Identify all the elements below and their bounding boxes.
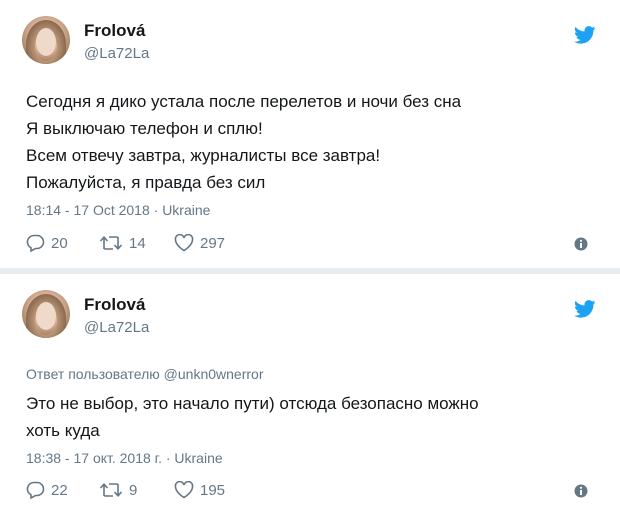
avatar[interactable] [22,290,70,338]
retweet-count: 14 [129,234,146,252]
info-icon[interactable] [574,484,588,498]
twitter-bird-icon[interactable] [574,300,596,318]
twitter-bird-icon[interactable] [574,26,596,44]
retweet-button[interactable]: 9 [99,481,137,499]
like-icon [174,234,194,252]
like-count: 297 [200,234,226,252]
like-button[interactable]: 297 [174,234,225,252]
author-name[interactable]: Frolová [84,295,145,315]
retweet-count: 9 [129,481,138,499]
author-handle[interactable]: @La72La [84,319,149,336]
like-icon [174,481,194,499]
avatar[interactable] [22,16,70,64]
reply-prefix: Ответ пользователю [26,366,160,382]
avatar-face [36,28,56,56]
reply-mention-link[interactable]: @unkn0wnerror [164,366,264,382]
reply-button[interactable]: 22 [26,481,68,499]
tweet-timestamp[interactable]: 18:38 - 17 окт. 2018 г. · Ukraine [26,450,223,466]
reply-count: 20 [51,234,68,252]
tweet-card[interactable]: Frolová @La72La Сегодня я дико устала по… [0,0,620,268]
tweet-actions: 20 14 297 [26,234,596,256]
like-count: 195 [200,481,226,499]
tweet-text: Это не выбор, это начало пути) отсюда бе… [26,394,479,440]
tweet-card[interactable]: Frolová @La72La Ответ пользователю @unkn… [0,274,620,528]
like-button[interactable]: 195 [174,481,225,499]
retweet-button[interactable]: 14 [99,234,146,252]
retweet-icon [99,483,123,497]
tweet-actions: 22 9 195 [26,481,596,503]
tweet-text: Сегодня я дико устала после перелетов и … [26,92,462,192]
author-name[interactable]: Frolová [84,21,145,41]
avatar-face [36,302,56,330]
info-icon[interactable] [574,237,588,251]
reply-button[interactable]: 20 [26,234,68,252]
tweet-timestamp[interactable]: 18:14 - 17 Oct 2018 · Ukraine [26,202,210,218]
reply-icon [26,481,45,499]
retweet-icon [99,236,123,250]
reply-count: 22 [51,481,68,499]
reply-icon [26,234,45,252]
author-handle[interactable]: @La72La [84,45,149,62]
reply-context: Ответ пользователю @unkn0wnerror [26,366,263,382]
